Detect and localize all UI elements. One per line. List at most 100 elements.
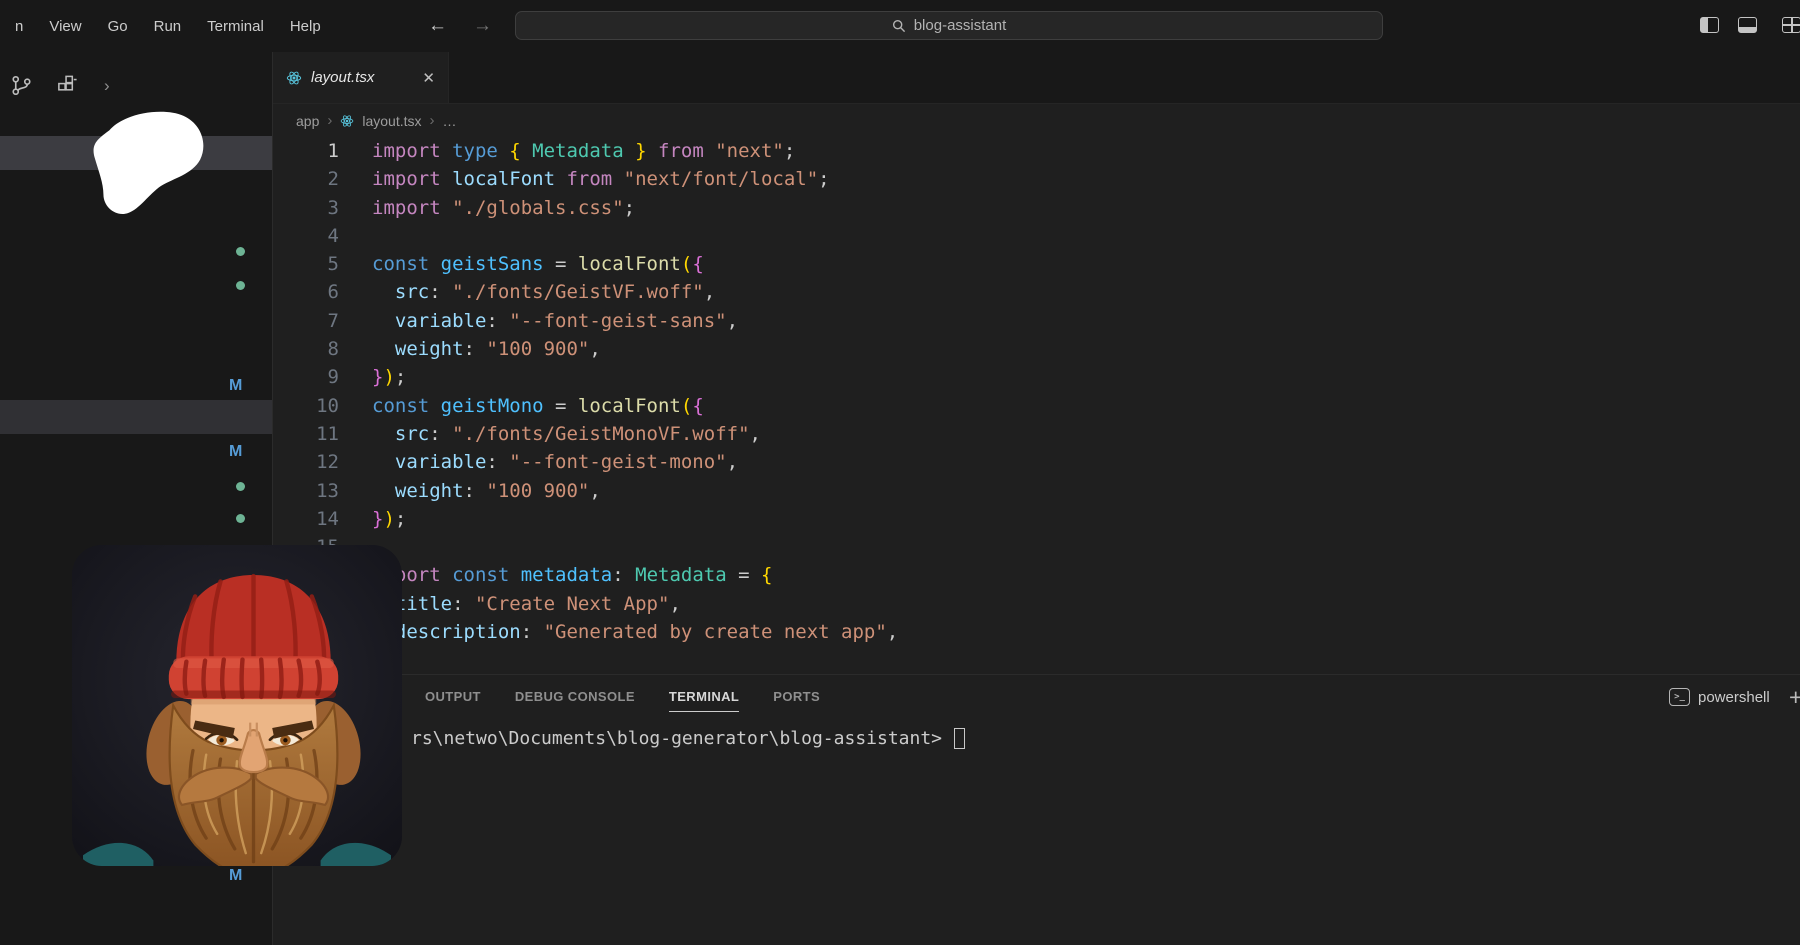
- sidebar-highlighted-row[interactable]: [0, 400, 272, 434]
- line-number: 11: [273, 420, 339, 448]
- code-line-text: export const metadata: Metadata = {: [372, 561, 772, 589]
- code-line: 13 weight: "100 900",: [273, 477, 1800, 505]
- shell-label: powershell: [1698, 689, 1770, 706]
- code-line-text: const geistSans = localFont({: [372, 250, 704, 278]
- tab-close-icon[interactable]: ✕: [422, 69, 435, 87]
- line-number: 4: [273, 222, 339, 250]
- search-command-center[interactable]: blog-assistant: [515, 11, 1383, 40]
- code-line-text: title: "Create Next App",: [372, 590, 681, 618]
- title-bar: nViewGoRunTerminalHelp ← → blog-assistan…: [0, 0, 1800, 53]
- breadcrumb-separator-icon: ›: [430, 112, 435, 129]
- code-line: 8 weight: "100 900",: [273, 335, 1800, 363]
- terminal-cursor: [954, 728, 965, 749]
- code-line: 3 import "./globals.css";: [273, 194, 1800, 222]
- git-modified-badge: M: [229, 868, 242, 884]
- code-line: 11 src: "./fonts/GeistMonoVF.woff",: [273, 420, 1800, 448]
- line-number: 6: [273, 278, 339, 306]
- menu-bar: nViewGoRunTerminalHelp: [2, 0, 334, 52]
- panel-tab-terminal[interactable]: TERMINAL: [669, 689, 739, 712]
- panel-tab-debug-console[interactable]: DEBUG CONSOLE: [515, 689, 635, 712]
- code-line: 1 import type { Metadata } from "next";: [273, 137, 1800, 165]
- code-line-text: weight: "100 900",: [372, 477, 601, 505]
- git-dot-badge: [236, 482, 245, 491]
- line-number: 8: [273, 335, 339, 363]
- search-value: blog-assistant: [914, 17, 1007, 34]
- line-number: 10: [273, 392, 339, 420]
- code-line-text: src: "./fonts/GeistMonoVF.woff",: [372, 420, 761, 448]
- terminal-prompt-text: rs\netwo\Documents\blog-generator\blog-a…: [411, 728, 942, 749]
- code-line: 7 variable: "--font-geist-sans",: [273, 307, 1800, 335]
- terminal-shell-selector[interactable]: >_ powershell: [1669, 688, 1770, 706]
- new-terminal-icon[interactable]: +: [1789, 684, 1800, 711]
- bottom-panel: OUTPUT DEBUG CONSOLE TERMINAL PORTS >_ powe…: [273, 674, 1800, 945]
- menu-item-run[interactable]: Run: [141, 18, 195, 35]
- git-dot-badge: [236, 514, 245, 523]
- line-number: 14: [273, 505, 339, 533]
- react-file-icon: [286, 70, 302, 86]
- back-arrow-icon[interactable]: ←: [428, 15, 447, 37]
- code-line: 12 variable: "--font-geist-mono",: [273, 448, 1800, 476]
- panel-tab-output[interactable]: OUTPUT: [425, 689, 481, 712]
- line-number: 9: [273, 363, 339, 391]
- line-number: 3: [273, 194, 339, 222]
- code-line: 16export const metadata: Metadata = {: [273, 561, 1800, 589]
- source-control-icon[interactable]: [10, 74, 33, 97]
- panel-tab-ports[interactable]: PORTS: [773, 689, 820, 712]
- white-blob-overlay: [80, 109, 207, 218]
- menu-item-n[interactable]: n: [2, 18, 36, 35]
- powershell-icon: >_: [1669, 688, 1690, 706]
- code-line: 18 description: "Generated by create nex…: [273, 618, 1800, 646]
- git-dot-badge: [236, 281, 245, 290]
- code-line: 6 src: "./fonts/GeistVF.woff",: [273, 278, 1800, 306]
- menu-item-terminal[interactable]: Terminal: [194, 18, 277, 35]
- forward-arrow-icon[interactable]: →: [473, 15, 492, 37]
- code-line: 17 title: "Create Next App",: [273, 590, 1800, 618]
- line-number: 13: [273, 477, 339, 505]
- code-line: 4: [273, 222, 1800, 250]
- nav-arrows: ← →: [428, 0, 492, 52]
- line-number: 1: [273, 137, 339, 165]
- code-line-text: weight: "100 900",: [372, 335, 601, 363]
- git-modified-badge: M: [229, 378, 242, 394]
- chevron-icon[interactable]: ›: [104, 76, 110, 96]
- menu-item-help[interactable]: Help: [277, 18, 334, 35]
- code-line: 14});: [273, 505, 1800, 533]
- customize-layout-icon[interactable]: [1782, 17, 1800, 33]
- code-line-text: import type { Metadata } from "next";: [372, 137, 795, 165]
- toggle-panel-icon[interactable]: [1738, 17, 1757, 33]
- code-line-text: variable: "--font-geist-sans",: [372, 307, 738, 335]
- tab-layout-tsx[interactable]: layout.tsx ✕: [273, 52, 449, 103]
- code-line: 2 import localFont from "next/font/local"…: [273, 165, 1800, 193]
- panel-tab-bar: OUTPUT DEBUG CONSOLE TERMINAL PORTS: [425, 689, 820, 712]
- code-line-text: src: "./fonts/GeistVF.woff",: [372, 278, 715, 306]
- breadcrumb-separator-icon: ›: [327, 112, 332, 129]
- line-number: 2: [273, 165, 339, 193]
- breadcrumb-item-symbol[interactable]: …: [443, 113, 457, 129]
- bearded-man-image: [72, 545, 402, 866]
- code-line-text: import "./globals.css";: [372, 194, 635, 222]
- line-number: 12: [273, 448, 339, 476]
- breadcrumb-item-app[interactable]: app: [296, 113, 319, 129]
- editor-group: layout.tsx ✕ app › layout.tsx › … 1 impor…: [273, 52, 1800, 674]
- search-icon: [892, 19, 906, 33]
- breadcrumb: app › layout.tsx › …: [273, 104, 457, 137]
- menu-item-view[interactable]: View: [36, 18, 94, 35]
- line-number: 5: [273, 250, 339, 278]
- react-file-icon: [340, 114, 354, 128]
- code-line-text: import localFont from "next/font/local";: [372, 165, 830, 193]
- tab-label: layout.tsx: [311, 69, 374, 86]
- git-dot-badge: [236, 247, 245, 256]
- code-line: 9});: [273, 363, 1800, 391]
- menu-item-go[interactable]: Go: [95, 18, 141, 35]
- code-editor[interactable]: 1 import type { Metadata } from "next"; 2 i…: [273, 137, 1800, 646]
- toggle-sidebar-icon[interactable]: [1700, 17, 1719, 33]
- code-line: 15: [273, 533, 1800, 561]
- extensions-icon[interactable]: [56, 74, 79, 97]
- terminal-area[interactable]: rs\netwo\Documents\blog-generator\blog-a…: [411, 728, 965, 749]
- git-modified-badge: M: [229, 444, 242, 460]
- code-line-text: });: [372, 505, 406, 533]
- code-line-text: variable: "--font-geist-mono",: [372, 448, 738, 476]
- line-number: 7: [273, 307, 339, 335]
- breadcrumb-item-file[interactable]: layout.tsx: [362, 113, 421, 129]
- code-line-text: const geistMono = localFont({: [372, 392, 704, 420]
